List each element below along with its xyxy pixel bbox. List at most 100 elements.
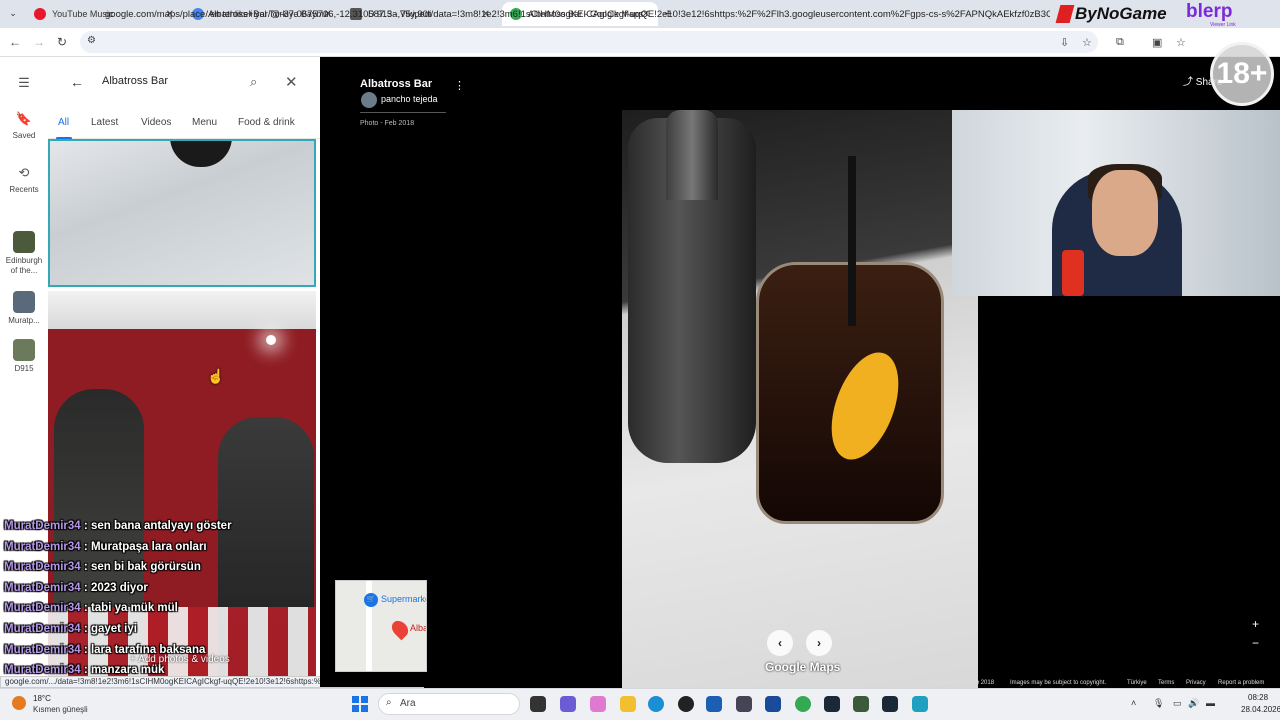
microphone-icon[interactable]: 🎙 xyxy=(1153,698,1164,709)
bynogame-text: ByNoGame xyxy=(1075,4,1167,23)
store-icon[interactable] xyxy=(706,696,722,712)
forward-icon[interactable]: → xyxy=(33,35,45,49)
chat-message: MuratDemir34 : Muratpaşa lara onları xyxy=(4,541,207,553)
zoom-out-button[interactable]: − xyxy=(1252,636,1259,650)
rail-saved[interactable]: 🔖 Saved xyxy=(0,111,48,140)
streamer-webcam xyxy=(952,110,1280,296)
chrome-icon[interactable] xyxy=(795,696,811,712)
youtube-music-icon xyxy=(34,8,46,20)
favorites-icon[interactable]: ☆ xyxy=(1176,36,1186,49)
contributor-name[interactable]: pancho tejeda xyxy=(381,94,438,104)
rail-recent-label: D915 xyxy=(14,364,34,373)
close-search-icon[interactable]: ✕ xyxy=(285,73,298,91)
contributor-avatar[interactable] xyxy=(361,92,377,108)
task-view-icon[interactable] xyxy=(530,696,546,712)
main-photo[interactable] xyxy=(622,110,978,688)
taskbar-search-placeholder[interactable]: Ara xyxy=(400,698,416,709)
app-icon[interactable] xyxy=(853,696,869,712)
history-icon: ⟲ xyxy=(18,165,30,180)
panel-tabs: All Latest Videos Menu Food & drink xyxy=(48,115,320,140)
clock-date[interactable]: 28.04.2026 xyxy=(1241,705,1280,714)
previous-photo-button[interactable]: ‹ xyxy=(767,630,793,656)
start-button[interactable] xyxy=(352,696,368,712)
network-icon[interactable]: ▭ xyxy=(1173,698,1182,709)
edge-icon[interactable] xyxy=(648,696,664,712)
windows-taskbar xyxy=(0,688,1280,720)
weather-icon[interactable] xyxy=(12,696,26,710)
tab-menu[interactable]: Menu xyxy=(192,117,217,128)
divider xyxy=(360,112,446,113)
recent-thumbnail xyxy=(13,339,35,361)
address-bar: ← → ↻ ⚙ ⇩ ☆ ⧉ ▣ ☆ xyxy=(0,28,1280,57)
footer-link-privacy[interactable]: Privacy xyxy=(1186,680,1206,686)
rail-recent-label: Muratp... xyxy=(8,316,40,325)
chat-message: MuratDemir34 : tabi ya mük mül xyxy=(4,602,178,614)
weather-temperature[interactable]: 18°C xyxy=(33,694,51,703)
zoom-in-button[interactable]: + xyxy=(1252,617,1259,631)
rail-recent-label: Edinburgh of the... xyxy=(5,256,43,275)
bynogame-mark-icon xyxy=(1055,5,1075,23)
clock-time[interactable]: 08:28 xyxy=(1248,693,1268,702)
url-text[interactable]: google.com/maps/place/Albatross+Bar/@-37… xyxy=(105,9,1050,20)
place-title: Albatross Bar xyxy=(360,78,433,90)
age-rating-badge: 18+ xyxy=(1210,42,1274,106)
more-options-icon[interactable]: ⋮ xyxy=(454,79,465,92)
next-photo-button[interactable]: › xyxy=(806,630,832,656)
supermarket-pin-icon: 🛒 xyxy=(364,593,378,607)
steam-icon[interactable] xyxy=(882,696,898,712)
photo-thumbnail[interactable] xyxy=(48,139,316,287)
chat-message: MuratDemir34 : manzara mük xyxy=(4,664,165,676)
recent-thumbnail xyxy=(13,231,35,253)
add-photos-button[interactable]: + Add photos & videos xyxy=(130,654,230,665)
bookmark-star-icon[interactable]: ☆ xyxy=(1082,36,1092,49)
minimap-label: Alba xyxy=(410,623,427,633)
screenshot-icon[interactable]: ▣ xyxy=(1152,36,1162,49)
footer-link-region[interactable]: Türkiye xyxy=(1127,680,1147,686)
bookmark-icon: 🔖 xyxy=(15,111,33,126)
app-icon[interactable] xyxy=(736,696,752,712)
recent-thumbnail xyxy=(13,291,35,313)
share-icon: ⤴ xyxy=(1183,77,1193,88)
back-icon[interactable]: ← xyxy=(9,35,21,49)
tray-chevron-icon[interactable]: ˄ xyxy=(1131,698,1136,708)
teams-icon[interactable] xyxy=(560,696,576,712)
tab-food-drink[interactable]: Food & drink xyxy=(238,117,295,128)
search-input[interactable]: Albatross Bar xyxy=(102,75,168,87)
battery-icon[interactable]: ▬ xyxy=(1206,698,1215,708)
url-box[interactable] xyxy=(80,31,1098,53)
site-info-icon[interactable]: ⚙ xyxy=(87,35,96,46)
tab-search-button[interactable]: ⌄ xyxy=(6,6,20,20)
steam-icon[interactable] xyxy=(824,696,840,712)
file-explorer-icon[interactable] xyxy=(620,696,636,712)
chat-message: MuratDemir34 : sen bana antalyayı göster xyxy=(4,520,232,532)
copilot-icon[interactable] xyxy=(590,696,606,712)
tab-videos[interactable]: Videos xyxy=(141,117,171,128)
footer-link-report[interactable]: Report a problem xyxy=(1218,680,1264,686)
tab-all[interactable]: All xyxy=(58,117,69,128)
copyright-notice: Images may be subject to copyright. xyxy=(1010,680,1107,686)
tab-latest[interactable]: Latest xyxy=(91,117,118,128)
add-photos-label: Add photos & videos xyxy=(138,654,230,665)
rail-saved-label: Saved xyxy=(12,131,36,140)
menu-icon[interactable]: ☰ xyxy=(0,75,48,95)
back-arrow-icon[interactable]: ← xyxy=(70,74,84,90)
reload-icon[interactable]: ↻ xyxy=(57,35,67,49)
weather-description[interactable]: Kısmen güneşli xyxy=(33,705,88,714)
rail-recent-d915[interactable]: D915 xyxy=(0,339,48,373)
minimap[interactable]: 🛒 Supermarke Alba xyxy=(335,580,427,672)
map-footer: Image capture: Feb 2018 Images may be su… xyxy=(925,680,1280,688)
bynogame-logo: ByNoGame xyxy=(1055,2,1167,26)
obs-icon[interactable] xyxy=(678,696,694,712)
footer-link-terms[interactable]: Terms xyxy=(1158,680,1174,686)
install-icon[interactable]: ⇩ xyxy=(1060,36,1069,49)
volume-icon[interactable]: 🔊 xyxy=(1188,698,1199,709)
search-icon[interactable]: ⌕ xyxy=(250,74,257,90)
rail-recents-label: Recents xyxy=(9,185,39,194)
chat-message: MuratDemir34 : sen bi bak görürsün xyxy=(4,561,201,573)
rail-recent-edinburgh[interactable]: Edinburgh of the... xyxy=(0,231,48,276)
rail-recents[interactable]: ⟲ Recents xyxy=(0,165,48,194)
notepad-icon[interactable] xyxy=(912,696,928,712)
app-icon[interactable] xyxy=(765,696,781,712)
extensions-icon[interactable]: ⧉ xyxy=(1116,36,1124,49)
rail-recent-muratpasa[interactable]: Muratp... xyxy=(0,291,48,325)
